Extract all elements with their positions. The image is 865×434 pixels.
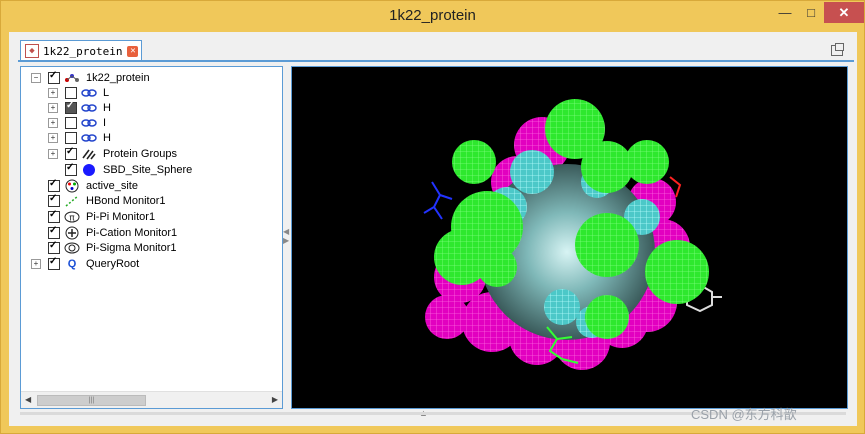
chain-icon [81,132,97,144]
tree-item-label: 1k22_protein [86,71,150,84]
scroll-right-icon[interactable]: ▶ [272,395,278,404]
tab-1k22-protein[interactable]: ◆ 1k22_protein ✕ [20,40,142,61]
active-site-icon [64,179,80,192]
checkbox-hbond-monitor[interactable] [48,193,60,207]
pi-pi-icon: π [64,211,80,223]
tree-item-root[interactable]: − 1k22_protein [31,70,150,85]
checkbox-pi-pi-monitor[interactable] [48,209,60,223]
expand-icon[interactable]: + [48,148,58,159]
minimize-button[interactable]: — [772,2,798,23]
checkbox-chain-h[interactable] [65,100,77,114]
pi-sigma-icon [64,242,80,254]
tree-item-label: HBond Monitor1 [86,194,166,207]
protein-surface-render [423,99,722,370]
checkbox-sbd-site-sphere[interactable] [65,162,77,176]
checkbox-pi-sigma-monitor[interactable] [48,240,60,254]
tree-item-label: QueryRoot [86,257,140,270]
chain-icon [81,102,97,114]
chain-icon [81,87,97,99]
checkbox-protein-groups[interactable] [65,146,77,160]
tree-item-label: I [103,116,107,129]
watermark-text: CSDN @东方科歆 [691,407,797,422]
tree-item-chain-l[interactable]: + L [48,85,109,100]
tree-item-label: active_site [86,179,138,192]
3d-molecule-viewer[interactable] [291,66,848,409]
hbond-icon [64,194,80,207]
tree-item-label: Pi-Pi Monitor1 [86,210,156,223]
checkbox-chain-h2[interactable] [65,131,77,144]
query-icon: Q [67,257,77,270]
tree-item-protein-groups[interactable]: + Protein Groups [48,146,177,161]
collapse-icon[interactable]: − [31,72,41,83]
maximize-button[interactable]: □ [798,2,824,23]
scroll-left-icon[interactable]: ◀ [25,395,31,404]
client-area: ◆ 1k22_protein ✕ − 1k22_protein + [9,32,857,426]
tree-item-hbond-monitor[interactable]: HBond Monitor1 [48,193,166,208]
expand-icon[interactable]: + [31,258,41,269]
tree-item-sbd-site-sphere[interactable]: SBD_Site_Sphere [48,162,192,177]
tree-item-pi-pi-monitor[interactable]: π Pi-Pi Monitor1 [48,209,155,224]
tree-item-label: Pi-Sigma Monitor1 [86,241,177,254]
ligand-blue-sticks [423,181,453,220]
checkbox-chain-i[interactable] [65,116,77,129]
tab-label: 1k22_protein [43,44,123,58]
horizontal-scrollbar[interactable]: ◀ ||| ▶ [21,391,282,408]
expand-icon[interactable]: + [48,132,58,143]
chain-icon [81,117,97,129]
molecule-window-icon: ◆ [25,44,39,58]
tree-item-label: H [103,101,111,114]
window-title: 1k22_protein [389,7,476,24]
pi-cation-icon [64,226,80,239]
panel-splitter[interactable]: ◀ ▶ [283,227,289,247]
tree-item-chain-h2[interactable]: + H [48,130,111,145]
scroll-thumb[interactable]: ||| [37,395,146,406]
molecule-icon [64,72,80,84]
tab-close-icon[interactable]: ✕ [127,45,139,57]
tree-item-chain-i[interactable]: + I [48,115,106,130]
tree-item-label: H [103,131,111,144]
expand-icon[interactable]: + [48,102,58,113]
expand-icon[interactable]: + [48,117,58,128]
expand-icon[interactable]: + [48,87,58,98]
tree-item-label: SBD_Site_Sphere [103,163,193,176]
sphere-icon [81,163,97,176]
tree-item-label: Protein Groups [103,147,177,160]
tree-item-label: Pi-Cation Monitor1 [86,226,178,239]
hierarchy-tree[interactable]: − 1k22_protein + L + [20,66,283,409]
tree-item-label: L [103,86,110,99]
checkbox-root[interactable] [48,70,60,84]
tree-item-chain-h[interactable]: + H [48,100,111,115]
checkbox-pi-cation-monitor[interactable] [48,225,60,239]
tab-divider [18,60,854,62]
protein-groups-icon [81,148,97,160]
svg-text:π: π [69,213,75,223]
checkbox-active-site[interactable] [48,178,60,192]
checkbox-chain-l[interactable] [65,86,77,99]
tree-item-pi-cation-monitor[interactable]: Pi-Cation Monitor1 [48,225,177,240]
checkbox-query-root[interactable] [48,256,60,270]
app-window: 1k22_protein — □ ✕ ◆ 1k22_protein ✕ − 1k… [0,0,865,434]
tree-item-pi-sigma-monitor[interactable]: Pi-Sigma Monitor1 [48,240,176,255]
close-button[interactable]: ✕ [824,2,864,23]
tree-item-query-root[interactable]: + Q QueryRoot [31,256,139,271]
title-bar[interactable]: 1k22_protein — □ ✕ [1,1,864,31]
tree-item-active-site[interactable]: active_site [48,178,138,193]
restore-pane-icon[interactable] [831,43,844,56]
